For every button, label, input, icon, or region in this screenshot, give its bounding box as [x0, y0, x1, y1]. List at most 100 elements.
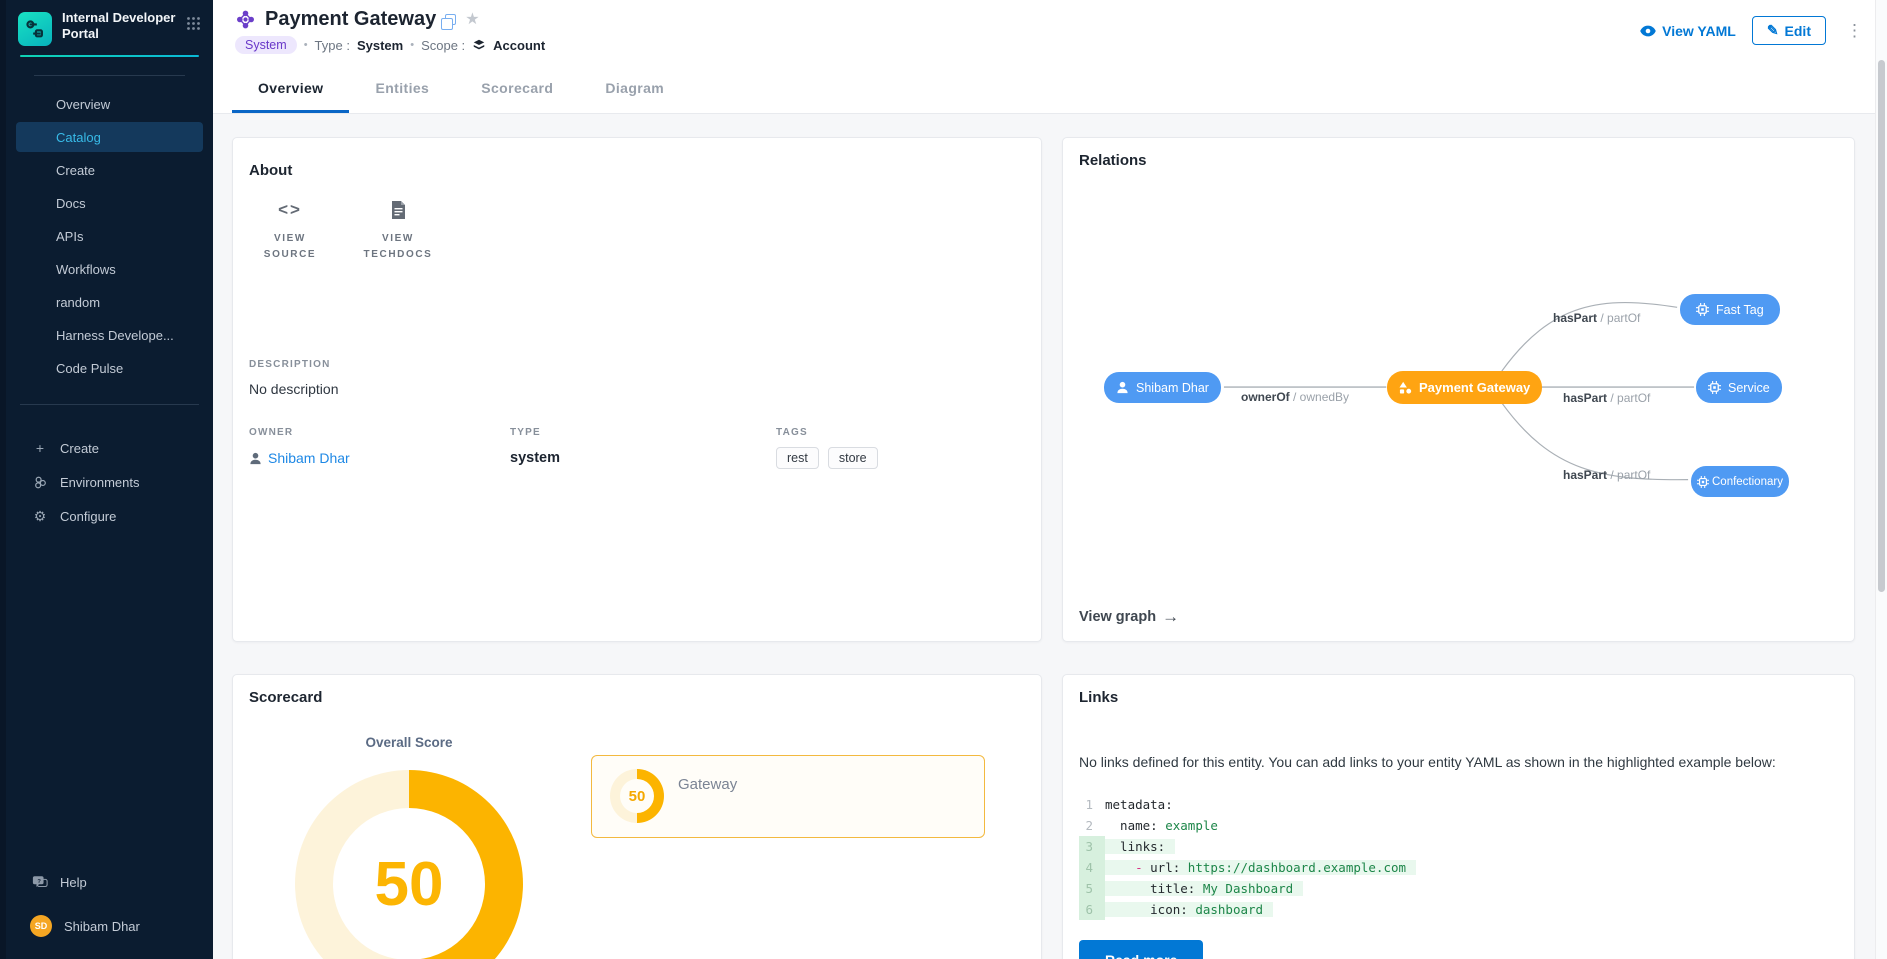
view-techdocs-button[interactable]: VIEW TECHDOCS: [357, 199, 439, 263]
scope-label: Scope :: [421, 38, 465, 53]
user-avatar: SD: [30, 915, 52, 937]
document-icon: [391, 199, 406, 221]
owner-label: OWNER: [249, 427, 510, 438]
portal-title: Internal Developer Portal: [62, 10, 176, 43]
scorecard-title: Scorecard: [249, 689, 322, 706]
view-yaml-button[interactable]: View YAML: [1640, 23, 1736, 39]
star-icon[interactable]: ★: [465, 12, 479, 28]
gateway-score-name: Gateway: [678, 776, 737, 793]
sidebar-action-configure[interactable]: ⚙ Configure: [16, 501, 203, 531]
chip-icon: [1696, 303, 1709, 316]
sidebar-item-catalog[interactable]: Catalog: [16, 122, 203, 152]
edit-button[interactable]: ✎ Edit: [1752, 16, 1826, 45]
person-icon: [1116, 381, 1129, 394]
sidebar-item-harness-developer[interactable]: Harness Develope...: [16, 320, 203, 350]
environments-icon: [32, 475, 48, 490]
about-card: About <> VIEW SOURCE VIEW TECHDOCS DESCR…: [232, 137, 1042, 642]
code-line-highlighted: 5 title: My Dashboard: [1079, 878, 1838, 899]
entity-tabs: Overview Entities Scorecard Diagram: [213, 60, 1887, 114]
overall-score-donut: 50: [295, 770, 523, 959]
view-graph-link[interactable]: View graph→: [1079, 607, 1179, 627]
chip-icon: [1708, 381, 1721, 394]
arrow-right-icon: →: [1162, 607, 1179, 627]
tag-chip[interactable]: rest: [776, 447, 819, 469]
type-value: System: [357, 38, 403, 53]
pencil-icon: ✎: [1767, 22, 1779, 39]
relation-node-shibam-dhar[interactable]: Shibam Dhar: [1104, 372, 1221, 403]
portal-logo-icon: [18, 12, 52, 46]
code-line-highlighted: 4 - url: https://dashboard.example.com: [1079, 857, 1838, 878]
type-field-value: system: [510, 450, 776, 466]
view-source-button[interactable]: <> VIEW SOURCE: [249, 199, 331, 263]
gateway-score-donut: 50: [610, 769, 664, 823]
dot-separator: •: [410, 39, 414, 51]
code-line: 2 name: example: [1079, 815, 1838, 836]
overall-score-value: 50: [295, 770, 523, 959]
edge-label-ownerof: ownerOf / ownedBy: [1241, 390, 1349, 404]
relation-node-service[interactable]: Service: [1696, 372, 1782, 403]
overall-score-label: Overall Score: [293, 735, 525, 750]
type-label: Type :: [315, 38, 350, 53]
sidebar-divider: [34, 75, 185, 76]
tab-diagram[interactable]: Diagram: [579, 60, 690, 113]
copy-icon[interactable]: [445, 14, 456, 25]
relation-node-payment-gateway[interactable]: Payment Gateway: [1387, 371, 1542, 404]
scrollbar-thumb[interactable]: [1878, 60, 1885, 592]
entity-header: Payment Gateway ★ System • Type : System…: [213, 0, 1887, 60]
logo-underline: [20, 55, 199, 57]
owner-link[interactable]: Shibam Dhar: [249, 450, 510, 466]
tab-overview[interactable]: Overview: [232, 60, 349, 113]
tab-scorecard[interactable]: Scorecard: [455, 60, 579, 113]
relation-node-fast-tag[interactable]: Fast Tag: [1680, 294, 1780, 325]
page-scrollbar: [1875, 0, 1887, 959]
tab-entities[interactable]: Entities: [349, 60, 455, 113]
links-title: Links: [1079, 689, 1838, 706]
scorecard-card: Scorecard Overall Score 50 50 Gateway Si…: [232, 674, 1042, 959]
sidebar: Internal Developer Portal Overview Catal…: [0, 0, 213, 959]
read-more-button[interactable]: Read more: [1079, 940, 1203, 959]
app-grid-icon[interactable]: [186, 16, 201, 36]
tags-label: TAGS: [776, 427, 1025, 438]
sidebar-item-create[interactable]: Create: [16, 155, 203, 185]
description-value: No description: [249, 381, 1025, 397]
links-empty-text: No links defined for this entity. You ca…: [1079, 754, 1838, 770]
eye-icon: [1640, 25, 1656, 37]
person-icon: [249, 452, 262, 465]
sidebar-divider-2: [20, 404, 199, 405]
type-field-label: TYPE: [510, 427, 776, 438]
sidebar-item-random[interactable]: random: [16, 287, 203, 317]
sidebar-item-apis[interactable]: APIs: [16, 221, 203, 251]
user-name: Shibam Dhar: [64, 919, 140, 934]
relations-card: Relations Shibam Dhar Payment Gateway Fa…: [1062, 137, 1855, 642]
scorecard-gateway-card[interactable]: 50 Gateway Silver Tier: [591, 755, 985, 838]
edge-label-haspart-top: hasPart / partOf: [1553, 311, 1640, 325]
yaml-example-code: 1metadata: 2 name: example 3 links: 4 - …: [1079, 794, 1838, 920]
more-options-icon[interactable]: ⋮: [1842, 22, 1867, 39]
svg-text:?: ?: [37, 879, 41, 885]
account-scope-icon: [472, 38, 486, 52]
links-card: Links No links defined for this entity. …: [1062, 674, 1855, 959]
about-title: About: [249, 162, 1025, 179]
sidebar-item-workflows[interactable]: Workflows: [16, 254, 203, 284]
gear-icon: ⚙: [32, 508, 48, 525]
sidebar-item-overview[interactable]: Overview: [16, 89, 203, 119]
sidebar-action-create[interactable]: + Create: [16, 433, 203, 463]
sidebar-item-docs[interactable]: Docs: [16, 188, 203, 218]
gateway-score-value: 50: [610, 769, 664, 823]
code-line-highlighted: 3 links:: [1079, 836, 1838, 857]
description-label: DESCRIPTION: [249, 359, 1025, 370]
relation-node-confectionary[interactable]: Confectionary: [1691, 466, 1789, 497]
edge-label-haspart-bottom: hasPart / partOf: [1563, 468, 1650, 482]
sidebar-item-code-pulse[interactable]: Code Pulse: [16, 353, 203, 383]
sidebar-nav: Overview Catalog Create Docs APIs Workfl…: [6, 82, 213, 390]
tag-chip[interactable]: store: [828, 447, 878, 469]
code-icon: <>: [278, 199, 302, 221]
edge-label-haspart-middle: hasPart / partOf: [1563, 391, 1650, 405]
system-entity-icon: [235, 9, 256, 30]
user-menu[interactable]: SD Shibam Dhar: [16, 911, 203, 941]
plus-icon: +: [32, 440, 48, 456]
code-line: 1metadata:: [1079, 794, 1838, 815]
chip-icon: [1697, 476, 1709, 488]
help-button[interactable]: ? Help: [16, 867, 203, 897]
sidebar-action-environments[interactable]: Environments: [16, 467, 203, 497]
